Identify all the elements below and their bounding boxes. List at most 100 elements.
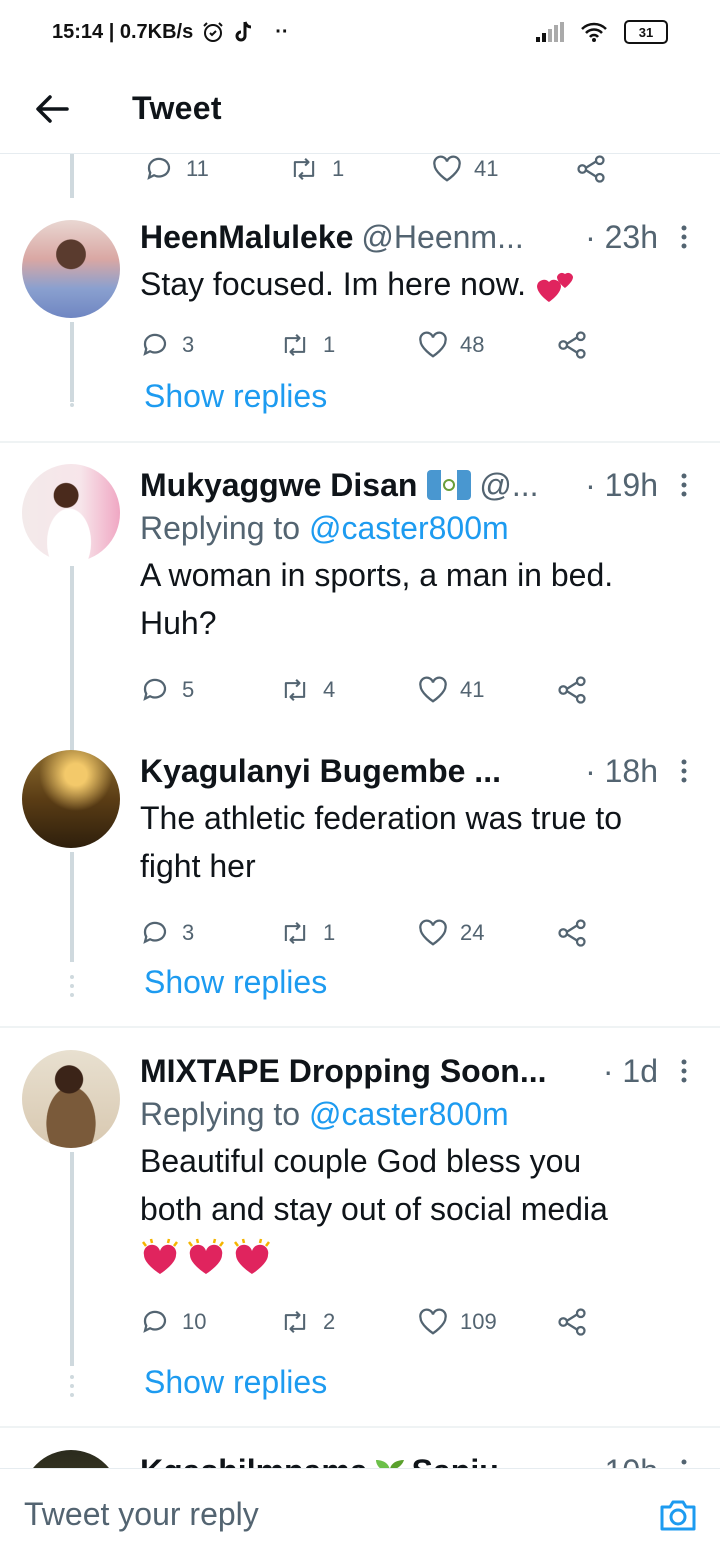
retweet-action[interactable]: 1 bbox=[288, 154, 432, 184]
reply-icon bbox=[147, 157, 171, 180]
more-options-button[interactable] bbox=[672, 473, 696, 497]
display-name[interactable]: MIXTAPE Dropping Soon... bbox=[140, 1053, 546, 1090]
reply-feed[interactable]: 11 1 41 HeenMaluleke @Heenm... · 23h Sta… bbox=[0, 154, 720, 1468]
retweet-action[interactable]: 2 bbox=[279, 1307, 418, 1337]
retweet-icon bbox=[284, 333, 306, 357]
more-vertical-icon bbox=[681, 1459, 687, 1465]
status-right: 31 bbox=[536, 20, 668, 44]
replying-to-handle[interactable]: @caster800m bbox=[309, 1096, 509, 1132]
share-action[interactable] bbox=[557, 675, 696, 705]
more-options-button[interactable] bbox=[672, 1059, 696, 1083]
reply-tweet[interactable]: Kgashilmpama Sapiu · 10h bbox=[0, 1448, 720, 1468]
reply-action[interactable]: 5 bbox=[140, 675, 279, 705]
reply-action[interactable]: 11 bbox=[144, 154, 288, 184]
seedling-emoji-icon bbox=[375, 1460, 404, 1468]
tweet-content: Kyagulanyi Bugembe ... · 18h The athleti… bbox=[140, 748, 696, 968]
show-replies-link[interactable]: Show replies bbox=[144, 1364, 327, 1401]
share-action[interactable] bbox=[557, 1307, 696, 1337]
show-replies-link[interactable]: Show replies bbox=[144, 964, 327, 1001]
share-action[interactable] bbox=[557, 918, 696, 948]
status-bar: 15:14 | 0.7KB/s ·· 31 bbox=[0, 0, 720, 64]
more-options-button[interactable] bbox=[672, 225, 696, 249]
user-handle[interactable]: @Heenm... bbox=[361, 219, 523, 256]
retweet-count: 2 bbox=[323, 1309, 336, 1334]
avatar[interactable] bbox=[22, 464, 120, 562]
guatemala-flag-icon bbox=[427, 470, 472, 500]
reply-count: 5 bbox=[182, 677, 195, 702]
thread-dots bbox=[70, 1375, 74, 1397]
display-name[interactable]: Kyagulanyi Bugembe ... bbox=[140, 753, 501, 790]
like-action[interactable]: 41 bbox=[432, 155, 576, 183]
heart-icon bbox=[433, 155, 461, 182]
avatar[interactable] bbox=[22, 1450, 120, 1468]
more-vertical-icon bbox=[681, 1059, 687, 1083]
user-handle[interactable]: @... bbox=[479, 467, 538, 504]
tweet-text-content: Stay focused. Im here now. bbox=[140, 266, 526, 302]
tweet-text-line: Huh? bbox=[140, 605, 217, 641]
like-count: 41 bbox=[460, 677, 485, 702]
camera-button[interactable] bbox=[658, 1495, 698, 1535]
tweet-actions: 10 2 109 bbox=[140, 1287, 696, 1357]
thread-dots bbox=[70, 975, 74, 997]
tweet-actions-partial: 11 1 41 bbox=[144, 154, 720, 204]
tweet-text-line: both and stay out of social media bbox=[140, 1191, 608, 1227]
reply-composer bbox=[0, 1468, 720, 1560]
wifi-icon bbox=[581, 22, 607, 42]
show-replies-link[interactable]: Show replies bbox=[144, 378, 327, 415]
like-action[interactable]: 24 bbox=[418, 919, 557, 947]
reply-icon bbox=[143, 1310, 167, 1333]
reply-tweet[interactable]: MIXTAPE Dropping Soon... · 1d Replying t… bbox=[0, 1048, 720, 1420]
alarm-icon bbox=[203, 22, 223, 42]
reply-action[interactable]: 3 bbox=[140, 330, 279, 360]
back-button[interactable] bbox=[22, 79, 82, 139]
share-icon bbox=[558, 1308, 586, 1336]
reply-tweet[interactable]: HeenMaluleke @Heenm... · 23h Stay focuse… bbox=[0, 214, 720, 442]
tweet-reply-input[interactable] bbox=[22, 1495, 586, 1534]
status-time-speed: 15:14 | 0.7KB/s bbox=[52, 20, 194, 43]
reply-action[interactable]: 3 bbox=[140, 918, 279, 948]
divider bbox=[0, 1026, 720, 1028]
status-left: 15:14 | 0.7KB/s ·· bbox=[52, 20, 289, 44]
retweet-count: 1 bbox=[323, 920, 336, 945]
reply-tweet[interactable]: Kyagulanyi Bugembe ... · 18h The athleti… bbox=[0, 748, 720, 1022]
thread-line bbox=[70, 852, 74, 962]
heart-icon bbox=[419, 331, 447, 358]
reply-tweet[interactable]: Mukyaggwe Disan @... · 19h Replying to @… bbox=[0, 462, 720, 806]
avatar[interactable] bbox=[22, 220, 120, 318]
avatar[interactable] bbox=[22, 1050, 120, 1148]
battery-indicator: 31 bbox=[624, 20, 668, 44]
reply-count: 11 bbox=[186, 156, 209, 181]
avatar[interactable] bbox=[22, 750, 120, 848]
like-action[interactable]: 109 bbox=[418, 1308, 557, 1336]
more-options-button[interactable] bbox=[672, 759, 696, 783]
reply-icon bbox=[143, 921, 167, 944]
tweet-text: Beautiful couple God bless you both and … bbox=[140, 1137, 696, 1281]
share-action[interactable] bbox=[557, 330, 696, 360]
display-name[interactable]: Mukyaggwe Disan bbox=[140, 467, 417, 504]
tweet-header: MIXTAPE Dropping Soon... · 1d bbox=[140, 1048, 696, 1094]
signal-icon bbox=[536, 22, 564, 42]
like-action[interactable]: 48 bbox=[418, 331, 557, 359]
retweet-action[interactable]: 4 bbox=[279, 675, 418, 705]
timestamp: · 18h bbox=[585, 752, 658, 789]
retweet-action[interactable]: 1 bbox=[279, 330, 418, 360]
more-options-button[interactable] bbox=[672, 1459, 696, 1468]
emoji-row bbox=[140, 1233, 696, 1281]
retweet-action[interactable]: 1 bbox=[279, 918, 418, 948]
reply-icon bbox=[143, 333, 167, 356]
share-action[interactable] bbox=[576, 154, 720, 184]
tweet-text-line: The athletic federation was true to bbox=[140, 800, 623, 836]
tweet-text: A woman in sports, a man in bed. Huh? bbox=[140, 551, 696, 647]
display-name[interactable]: HeenMaluleke bbox=[140, 219, 353, 256]
heart-icon bbox=[419, 676, 447, 703]
tiktok-icon bbox=[235, 21, 252, 42]
display-name-suffix[interactable]: Sapiu bbox=[412, 1453, 499, 1469]
heart-emoji-icon bbox=[142, 1238, 178, 1274]
share-icon bbox=[558, 919, 586, 947]
like-action[interactable]: 41 bbox=[418, 676, 557, 704]
replying-to: Replying to @caster800m bbox=[140, 510, 696, 547]
display-name[interactable]: Kgashilmpama bbox=[140, 1453, 368, 1469]
replying-to-handle[interactable]: @caster800m bbox=[309, 510, 509, 546]
camera-icon bbox=[660, 1500, 696, 1531]
reply-action[interactable]: 10 bbox=[140, 1307, 279, 1337]
